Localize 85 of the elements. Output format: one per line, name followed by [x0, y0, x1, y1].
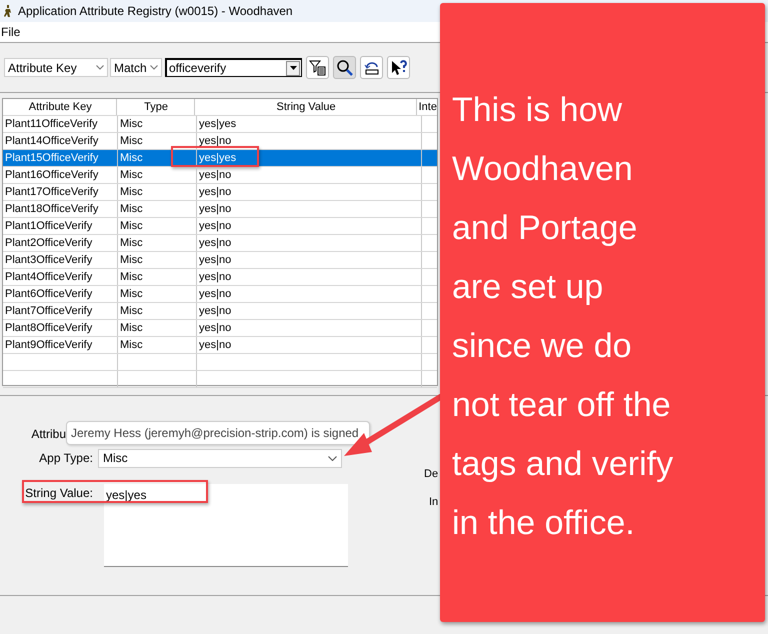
tooltip: Jeremy Hess (jeremyh@precision-strip.com) is signed	[66, 421, 370, 445]
string-value-field[interactable]: yes|yes	[104, 484, 348, 567]
search-button[interactable]	[333, 56, 356, 79]
table-row[interactable]: Plant18OfficeVerify Misc yes|no	[3, 201, 437, 218]
table-row[interactable]: Plant2OfficeVerify Misc yes|no	[3, 235, 437, 252]
table-row[interactable]: Plant4OfficeVerify Misc yes|no	[3, 269, 437, 286]
table-cell: yes|no	[199, 237, 232, 249]
help-button[interactable]	[387, 56, 410, 79]
table-cell: yes|no	[199, 169, 232, 181]
table-cell: yes|yes	[199, 118, 236, 130]
key-filter-dropdown[interactable]: Attribute Key	[4, 58, 108, 77]
table-cell: Misc	[118, 303, 197, 319]
table-row[interactable]: Plant11OfficeVerify Misc yes|yes	[3, 116, 437, 133]
table-cell: Plant2OfficeVerify	[3, 235, 118, 251]
chevron-icon	[150, 65, 158, 70]
table-cell: Misc	[118, 133, 197, 149]
help-icon	[390, 58, 408, 76]
table-row[interactable]: Plant6OfficeVerify Misc yes|no	[3, 286, 437, 303]
table-cell: Plant4OfficeVerify	[3, 269, 118, 285]
table-cell: yes|no	[199, 322, 232, 334]
string-value-label: String Value:	[24, 485, 94, 500]
search-icon	[336, 58, 354, 76]
column-header[interactable]: Inte	[416, 99, 437, 115]
table-cell: yes|no	[199, 220, 232, 232]
table-cell: Plant11OfficeVerify	[3, 116, 118, 132]
match-dropdown[interactable]: Match	[110, 58, 162, 77]
filter-icon	[308, 58, 326, 76]
column-header[interactable]: String Value	[194, 99, 417, 115]
table-row[interactable]: Plant7OfficeVerify Misc yes|no	[3, 303, 437, 320]
table-cell: Misc	[118, 201, 197, 217]
table-cell: Plant9OfficeVerify	[3, 337, 118, 353]
table-cell: yes|no	[199, 186, 232, 198]
column-header[interactable]: Attribute Key	[3, 99, 117, 115]
table-row[interactable]: Plant16OfficeVerify Misc yes|no	[3, 167, 437, 184]
table-cell: yes|no	[199, 135, 232, 147]
table-cell: Misc	[118, 116, 197, 132]
chevron-icon	[328, 456, 337, 460]
table-cell: Misc	[118, 286, 197, 302]
table-cell: Misc	[118, 252, 197, 268]
filter-button[interactable]	[306, 56, 329, 79]
table-cell: yes|no	[199, 339, 232, 351]
table-cell: Plant7OfficeVerify	[3, 303, 118, 319]
table-cell: Plant8OfficeVerify	[3, 320, 118, 336]
table-row[interactable]: Plant17OfficeVerify Misc yes|no	[3, 184, 437, 201]
menu-item[interactable]: File	[1, 25, 20, 39]
table-cell: Plant16OfficeVerify	[3, 167, 118, 183]
table-cell: Plant17OfficeVerify	[3, 184, 118, 200]
triangle-icon	[290, 66, 296, 70]
window-title: Application Attribute Registry (w0015) - Woodhaven	[18, 4, 293, 18]
table-cell: Plant1OfficeVerify	[3, 218, 118, 234]
table-cell: yes|no	[199, 203, 232, 215]
table-cell: Misc	[118, 320, 197, 336]
table-cell: Misc	[118, 150, 197, 166]
table-cell: Misc	[118, 337, 197, 353]
table-cell: yes|no	[199, 271, 232, 283]
table-row[interactable]: Plant8OfficeVerify Misc yes|no	[3, 320, 437, 337]
search-field[interactable]: officeverify	[165, 58, 302, 77]
field-label: De	[424, 468, 438, 480]
table-cell: Plant18OfficeVerify	[3, 201, 118, 217]
table-cell: Misc	[118, 269, 197, 285]
column-header[interactable]: Type	[116, 99, 195, 115]
field-label: In	[429, 496, 438, 508]
table-cell: yes|yes	[199, 152, 236, 164]
table-cell: Misc	[118, 218, 197, 234]
table-cell: Misc	[118, 167, 197, 183]
table-cell: Plant15OfficeVerify	[3, 150, 118, 166]
dropdown-button[interactable]	[286, 60, 300, 76]
table-cell: Misc	[118, 184, 197, 200]
reset-button[interactable]	[360, 56, 383, 79]
table-cell: yes|no	[199, 305, 232, 317]
table-row[interactable]: Plant9OfficeVerify Misc yes|no	[3, 337, 437, 354]
table-row[interactable]: Plant1OfficeVerify Misc yes|no	[3, 218, 437, 235]
table-cell: Plant3OfficeVerify	[3, 252, 118, 268]
callout-tooltip: This is how Woodhaven and Portage are set up since we do not tear off the tags and verify in the office.	[440, 3, 765, 622]
table-cell: Misc	[118, 235, 197, 251]
app-icon	[4, 5, 12, 17]
table-cell: Plant6OfficeVerify	[3, 286, 118, 302]
table-row[interactable]: Plant3OfficeVerify Misc yes|no	[3, 252, 437, 269]
table-cell: yes|no	[199, 254, 232, 266]
table-cell: yes|no	[199, 288, 232, 300]
app-type-dropdown[interactable]: Misc	[98, 448, 342, 468]
attribute-label: Attribu	[30, 427, 66, 441]
chevron-icon	[96, 65, 104, 70]
app-type-label: App Type:	[38, 451, 94, 465]
table-cell: Plant14OfficeVerify	[3, 133, 118, 149]
